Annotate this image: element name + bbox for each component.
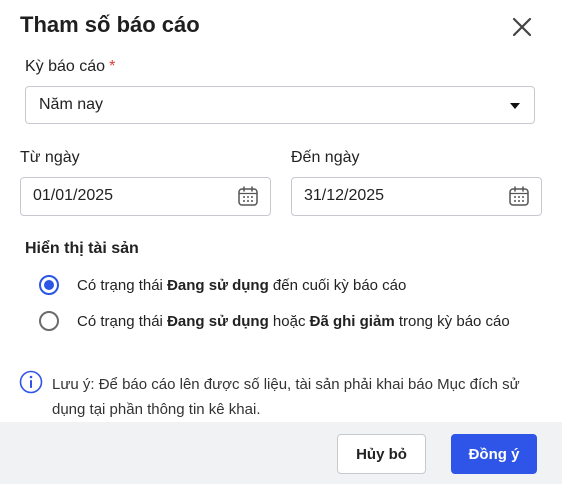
period-selected-value: Năm nay — [39, 96, 104, 113]
radio-option-label: Có trạng thái Đang sử dụng hoặc Đã ghi g… — [77, 313, 510, 330]
from-date-field[interactable]: 01/01/2025 — [20, 177, 271, 216]
to-date-value: 31/12/2025 — [304, 187, 385, 204]
dialog-footer: Hủy bỏ Đồng ý — [0, 422, 562, 484]
report-parameters-dialog: Tham số báo cáo Kỳ báo cáo * Năm nay Từ n… — [0, 0, 562, 484]
note-text: Lưu ý: Để báo cáo lên được số liệu, tài … — [52, 376, 520, 418]
display-assets-heading: Hiển thị tài sản — [25, 240, 139, 257]
caret-down-icon — [510, 103, 520, 109]
calendar-icon[interactable] — [508, 185, 530, 207]
from-date-value: 01/01/2025 — [33, 187, 114, 204]
confirm-button[interactable]: Đồng ý — [451, 434, 537, 474]
period-label-group: Kỳ báo cáo * — [25, 58, 115, 76]
radio-selected-icon[interactable] — [39, 275, 59, 295]
calendar-icon[interactable] — [237, 185, 259, 207]
radio-unselected-icon[interactable] — [39, 311, 59, 331]
info-icon — [19, 370, 43, 394]
close-icon[interactable] — [510, 15, 534, 39]
period-label: Kỳ báo cáo — [25, 58, 106, 75]
radio-option-label: Có trạng thái Đang sử dụng đến cuối kỳ b… — [77, 277, 407, 294]
period-select[interactable]: Năm nay — [25, 86, 535, 124]
to-date-field[interactable]: 31/12/2025 — [291, 177, 542, 216]
dialog-title: Tham số báo cáo — [20, 12, 200, 37]
from-date-label: Từ ngày — [20, 149, 80, 166]
required-mark: * — [109, 58, 116, 75]
cancel-button[interactable]: Hủy bỏ — [337, 434, 426, 474]
to-date-label: Đến ngày — [291, 149, 360, 166]
